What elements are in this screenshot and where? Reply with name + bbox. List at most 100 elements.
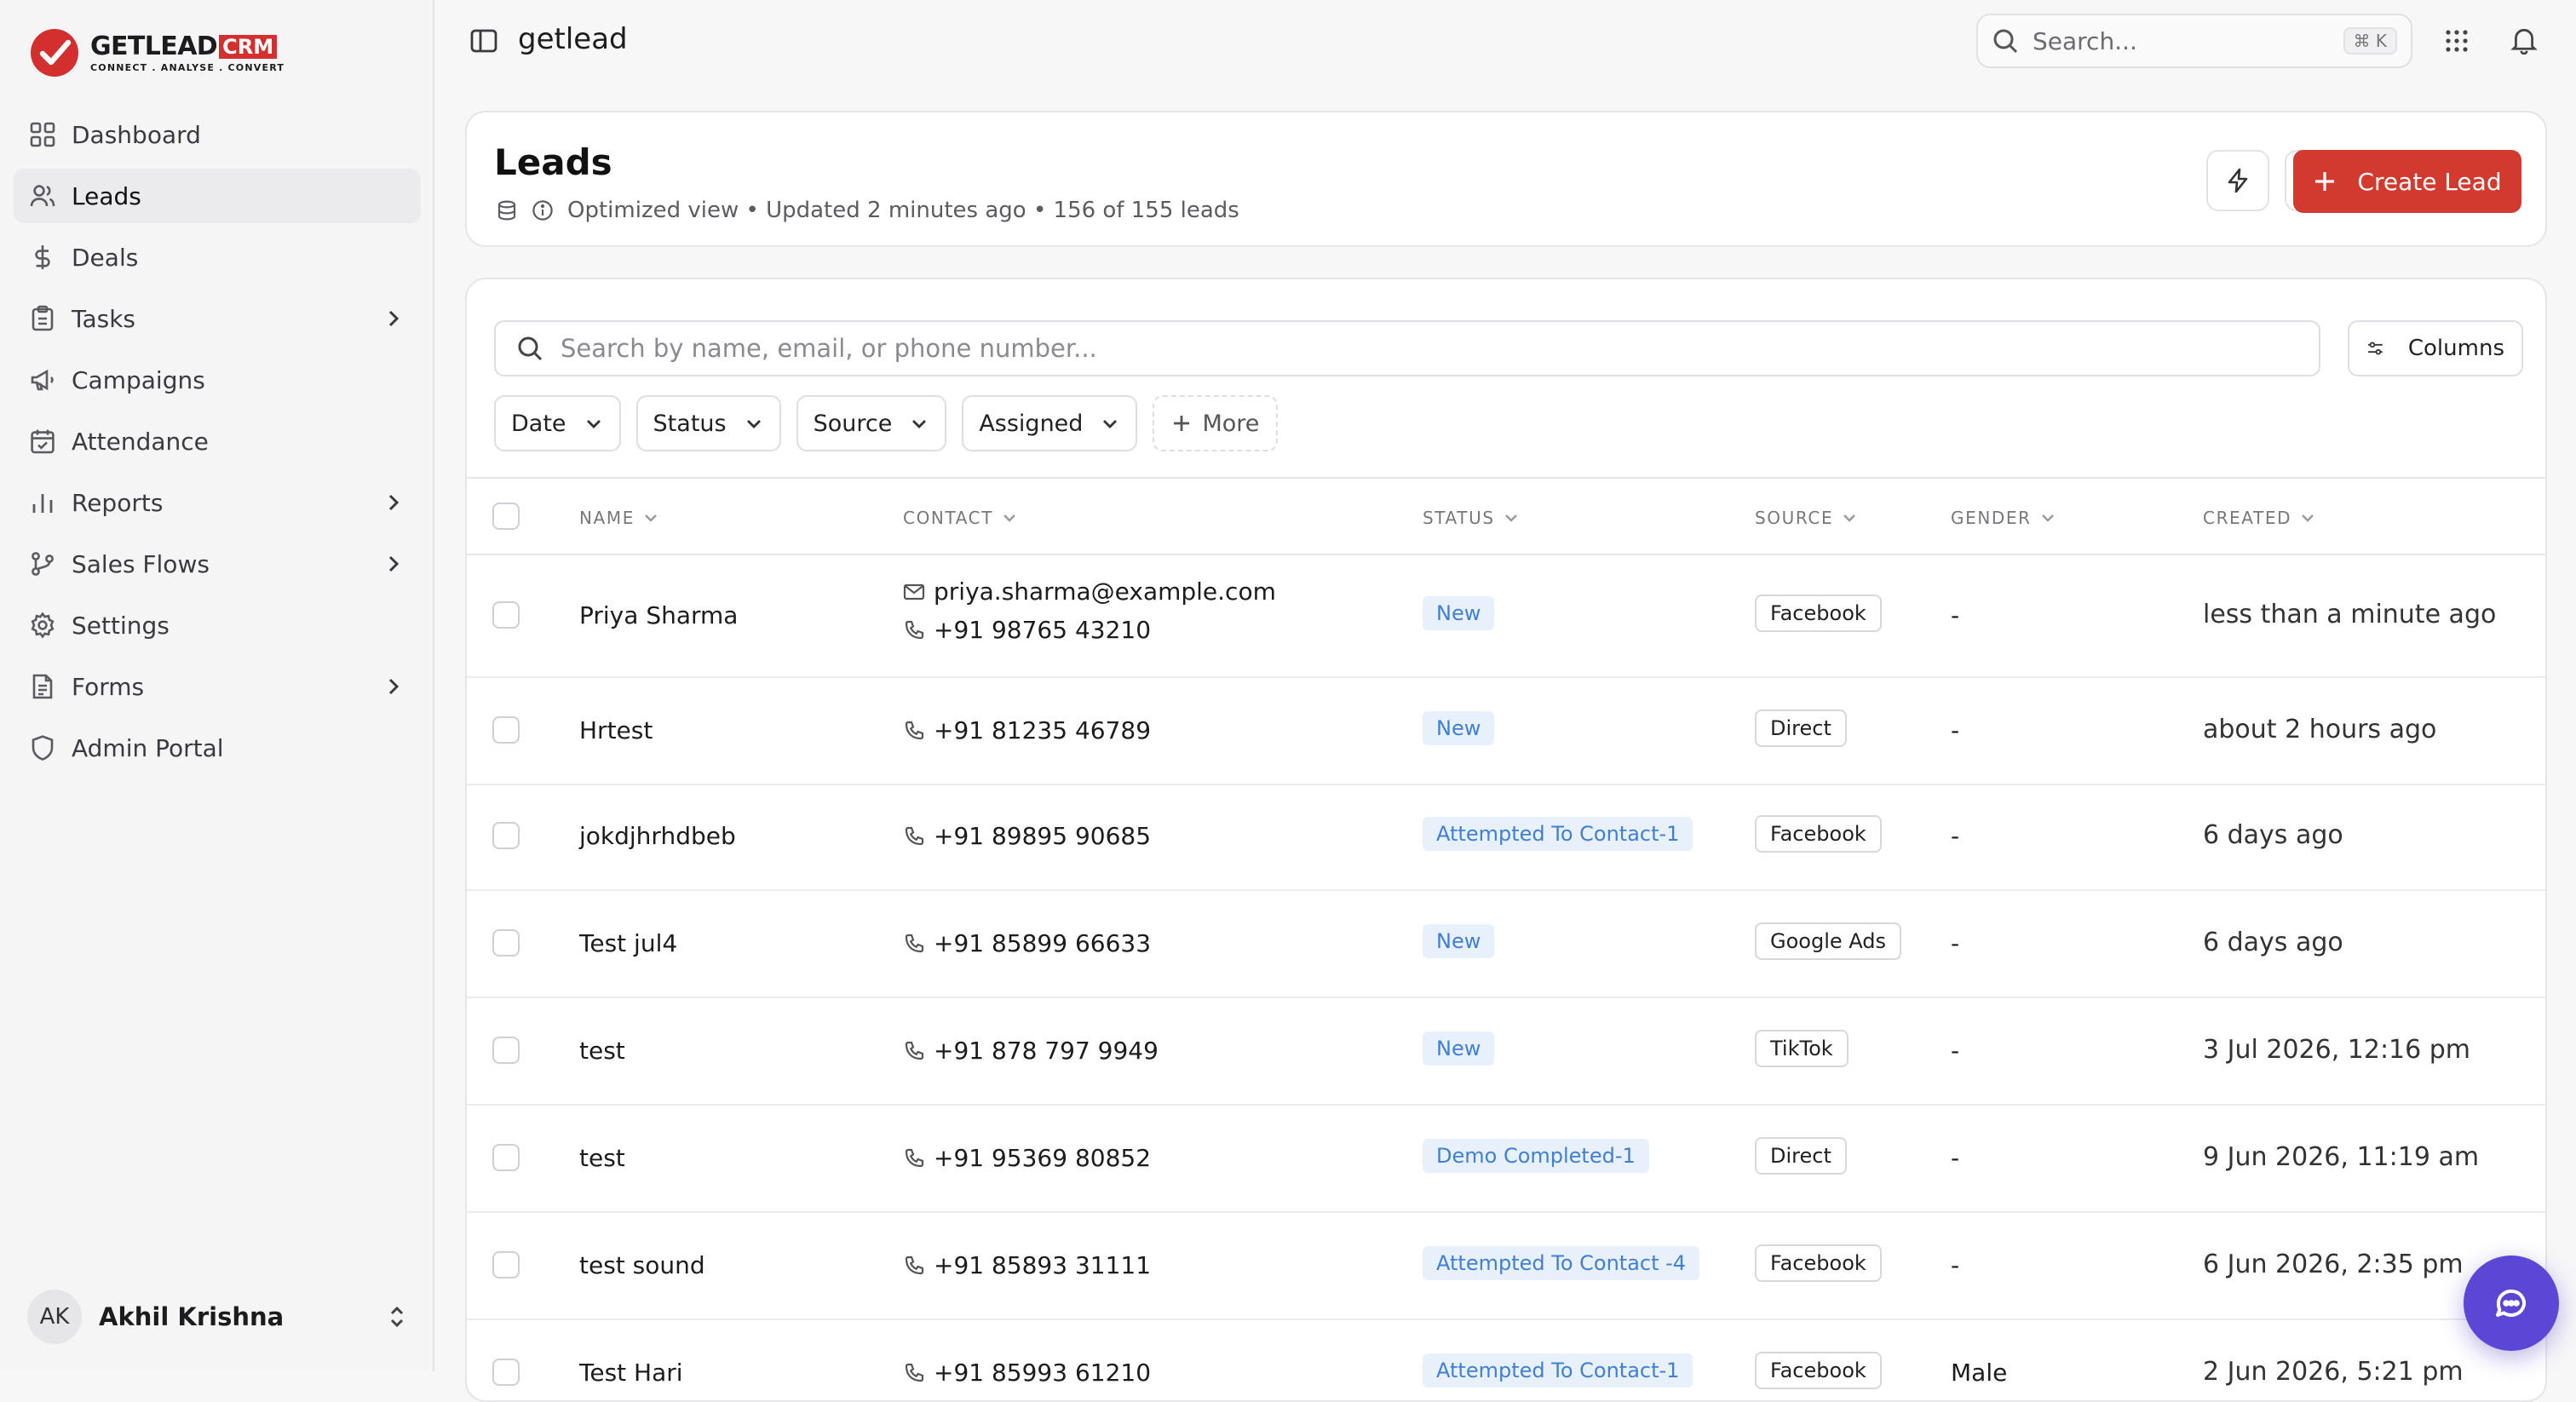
git-branch-icon <box>32 552 54 576</box>
lead-phone: +91 81235 46789 <box>934 716 1152 744</box>
brand-tagline: CONNECT . ANALYSE . CONVERT <box>90 61 285 73</box>
table-row[interactable]: Test jul4 +91 85899 66633 New Google Ads - 6 … <box>467 891 2545 998</box>
phone-line[interactable]: +91 81235 46789 <box>903 716 1151 744</box>
table-row[interactable]: Hrtest +91 81235 46789 New Direct - about 2 h… <box>467 678 2545 785</box>
column-header-status[interactable]: STATUS <box>1423 508 1519 528</box>
contact-cell: +91 878 797 9949 <box>903 1037 1159 1065</box>
column-header-contact[interactable]: CONTACT <box>903 508 1017 528</box>
column-header-source[interactable]: SOURCE <box>1755 508 1857 528</box>
table-row[interactable]: test +91 95369 80852 Demo Completed-1 Direc… <box>467 1106 2545 1213</box>
status-cell: New <box>1423 924 1495 958</box>
table-row[interactable]: jokdjhrhdbeb +91 89895 90685 Attempted To … <box>467 784 2545 891</box>
more-filters-button[interactable]: More <box>1153 395 1279 451</box>
phone-line[interactable]: +91 98765 43210 <box>903 616 1276 644</box>
phone-line[interactable]: +91 95369 80852 <box>903 1144 1151 1172</box>
filter-source[interactable]: Source <box>796 395 947 451</box>
phone-line[interactable]: +91 85893 31111 <box>903 1251 1151 1279</box>
table-row[interactable]: test sound +91 85893 31111 Attempted To Co… <box>467 1213 2545 1320</box>
status-cell: New <box>1423 596 1495 630</box>
sidebar-item-campaigns[interactable]: Campaigns <box>14 353 421 407</box>
lead-name[interactable]: jokdjhrhdbeb <box>579 822 736 850</box>
filter-assigned[interactable]: Assigned <box>962 395 1138 451</box>
brand-logo[interactable]: GETLEAD CRM CONNECT . ANALYSE . CONVERT <box>29 27 285 78</box>
source-cell: Facebook <box>1755 815 1882 853</box>
sidebar-item-reports[interactable]: Reports <box>14 475 421 530</box>
lead-name[interactable]: test <box>579 1037 625 1065</box>
sidebar-item-label: Attendance <box>72 427 209 456</box>
lead-name[interactable]: Test jul4 <box>579 929 677 957</box>
column-header-label: GENDER <box>1951 508 2032 528</box>
filter-status[interactable]: Status <box>635 395 781 451</box>
status-badge[interactable]: Attempted To Contact-1 <box>1423 817 1693 851</box>
phone-line[interactable]: +91 85993 61210 <box>903 1359 1151 1387</box>
info-icon[interactable] <box>532 199 554 221</box>
sidebar-item-admin-portal[interactable]: Admin Portal <box>14 721 421 775</box>
phone-icon <box>905 1363 924 1382</box>
bell-icon[interactable] <box>2510 26 2539 55</box>
row-checkbox[interactable] <box>492 929 520 957</box>
source-cell: Direct <box>1755 1137 1847 1175</box>
row-checkbox[interactable] <box>492 716 520 744</box>
sidebar-item-attendance[interactable]: Attendance <box>14 414 421 468</box>
sidebar-item-deals[interactable]: Deals <box>14 230 421 284</box>
row-checkbox[interactable] <box>492 1251 520 1278</box>
page-subtitle-row: Optimized view • Updated 2 minutes ago •… <box>496 198 1239 223</box>
sidebar-item-settings[interactable]: Settings <box>14 598 421 652</box>
phone-icon <box>905 1041 924 1060</box>
row-checkbox[interactable] <box>492 1359 520 1386</box>
lead-name[interactable]: test sound <box>579 1251 705 1279</box>
phone-line[interactable]: +91 85899 66633 <box>903 929 1151 957</box>
status-badge[interactable]: New <box>1423 596 1495 630</box>
lead-name[interactable]: Hrtest <box>579 716 653 744</box>
lead-gender: - <box>1951 822 1960 850</box>
chat-button[interactable] <box>2464 1255 2559 1351</box>
table-row[interactable]: Test Hari +91 85993 61210 Attempted To Con… <box>467 1320 2545 1400</box>
status-badge[interactable]: New <box>1423 1031 1495 1066</box>
phone-icon <box>905 620 924 639</box>
phone-line[interactable]: +91 89895 90685 <box>903 822 1151 850</box>
filter-date[interactable]: Date <box>494 395 621 451</box>
row-checkbox[interactable] <box>492 822 520 849</box>
row-checkbox[interactable] <box>492 1144 520 1171</box>
global-search[interactable]: Search... ⌘ K <box>1976 14 2412 68</box>
lead-name[interactable]: Priya Sharma <box>579 601 738 629</box>
email-line[interactable]: priya.sharma@example.com <box>903 577 1276 606</box>
table-row[interactable]: test +91 878 797 9949 New TikTok - 3 Jul 2026… <box>467 998 2545 1106</box>
status-badge[interactable]: Attempted To Contact -4 <box>1423 1246 1700 1280</box>
automation-button[interactable] <box>2206 150 2269 211</box>
column-header-label: CREATED <box>2203 508 2292 528</box>
row-checkbox[interactable] <box>492 1037 520 1064</box>
row-checkbox[interactable] <box>492 601 520 629</box>
sidebar-toggle-icon[interactable] <box>469 26 499 56</box>
contact-cell: +91 85899 66633 <box>903 929 1151 957</box>
table-header: NAME CONTACT STATUS SOURCE GENDER CREATE… <box>467 477 2545 555</box>
phone-line[interactable]: +91 878 797 9949 <box>903 1037 1159 1065</box>
lead-search-input[interactable] <box>561 334 2298 363</box>
column-header-gender[interactable]: GENDER <box>1951 508 2056 528</box>
create-lead-button[interactable]: Create Lead <box>2293 150 2521 213</box>
status-badge[interactable]: Demo Completed-1 <box>1423 1139 1649 1173</box>
sidebar-item-forms[interactable]: Forms <box>14 659 421 714</box>
column-header-created[interactable]: CREATED <box>2203 508 2315 528</box>
lead-search[interactable] <box>494 320 2320 376</box>
status-badge[interactable]: New <box>1423 924 1495 958</box>
sidebar-item-leads[interactable]: Leads <box>14 169 421 223</box>
select-all-checkbox[interactable] <box>492 503 520 530</box>
status-badge[interactable]: Attempted To Contact-1 <box>1423 1353 1693 1388</box>
sidebar-item-sales-flows[interactable]: Sales Flows <box>14 537 421 591</box>
lead-name[interactable]: Test Hari <box>579 1359 683 1387</box>
table-row[interactable]: Priya Sharma priya.sharma@example.com +91 … <box>467 555 2545 678</box>
column-header-name[interactable]: NAME <box>579 508 658 528</box>
lead-name[interactable]: test <box>579 1144 625 1172</box>
sidebar-item-dashboard[interactable]: Dashboard <box>14 107 421 162</box>
apps-grid-icon[interactable] <box>2443 27 2470 55</box>
sidebar-item-label: Tasks <box>72 304 136 333</box>
source-badge: Facebook <box>1755 1244 1882 1282</box>
columns-button[interactable]: Columns <box>2348 320 2523 376</box>
status-badge[interactable]: New <box>1423 711 1495 745</box>
dollar-icon <box>35 245 50 269</box>
source-badge: Direct <box>1755 1137 1847 1175</box>
chat-icon <box>2496 1289 2526 1317</box>
user-menu[interactable]: AK Akhil Krishna <box>27 1290 409 1344</box>
sidebar-item-tasks[interactable]: Tasks <box>14 291 421 346</box>
